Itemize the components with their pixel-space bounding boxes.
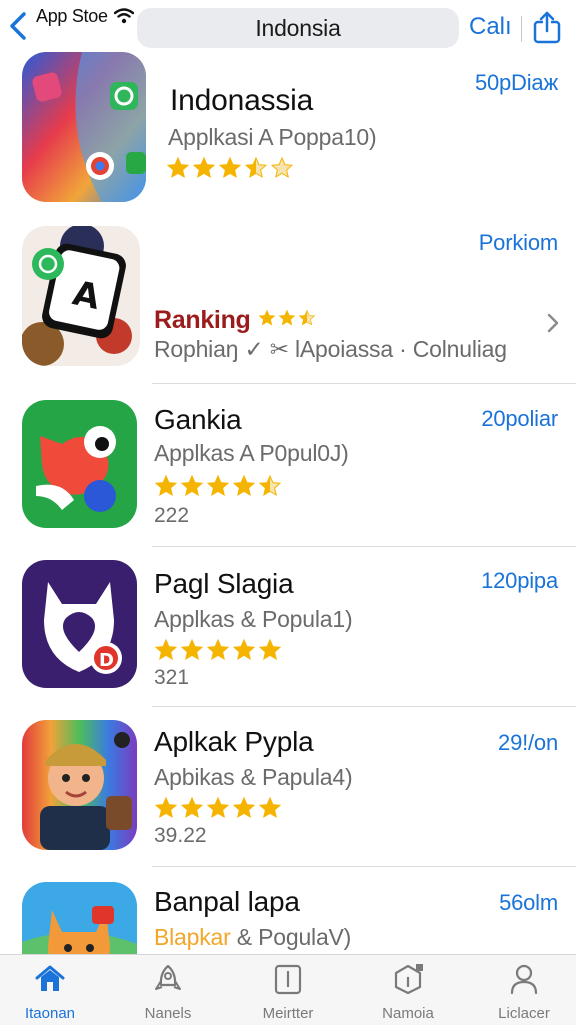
list-item[interactable]: Aplkak Pypla Apbikas & Papula4) 39.22 29… (0, 720, 576, 860)
wifi-icon (114, 8, 134, 24)
get-button[interactable]: 50pDiaж (475, 70, 558, 96)
get-button[interactable]: 29!/on (498, 730, 558, 756)
star-icon (270, 156, 294, 179)
chevron-left-icon[interactable] (6, 10, 30, 42)
app-title: Banpal lapa (154, 886, 300, 917)
star-icon (232, 796, 256, 819)
star-icon (206, 796, 230, 819)
row-separator (152, 706, 576, 707)
app-icon (22, 720, 137, 850)
star-icon (258, 474, 282, 497)
nav-bar: App Stoe Indonsia Calı (0, 0, 576, 54)
rating-count: 321 (154, 666, 190, 689)
star-icon (154, 638, 178, 661)
rating-count: 39.22 (154, 824, 207, 847)
rating-count: 222 (154, 504, 190, 527)
list-item[interactable]: Indonassia Applkasi A Poppa10) 50pDiaж (0, 52, 576, 217)
share-icon[interactable] (532, 10, 562, 44)
back-button[interactable]: App Stoe (36, 6, 108, 27)
divider (521, 16, 522, 42)
app-subtitle: Applkas A P0pul0J) (154, 440, 349, 466)
tab-label: Namoia (382, 1005, 434, 1022)
tab-games[interactable]: Nanels (118, 955, 218, 1025)
search-field[interactable]: Indonsia (137, 8, 459, 48)
star-icon (180, 474, 204, 497)
star-icon (258, 309, 276, 326)
tab-arcade[interactable]: Namoia (358, 955, 458, 1025)
row-separator (152, 383, 576, 384)
star-icon (258, 796, 282, 819)
tab-label: Liclacer (498, 1005, 550, 1022)
row-separator (152, 866, 576, 867)
star-rating (258, 309, 316, 327)
search-text: Indonsia (255, 14, 341, 41)
star-icon (180, 796, 204, 819)
get-button[interactable]: Porkiom (479, 230, 558, 256)
star-rating (154, 474, 282, 498)
app-subtitle: Rophiaŋ ✓ ✂ lApoiassa · Colnuliag (154, 336, 507, 362)
chevron-right-icon[interactable] (546, 312, 560, 334)
list-item[interactable]: Banpal lapa Blapkar & PogulaV) 56olm (0, 882, 576, 954)
star-icon (154, 796, 178, 819)
app-title: Pagl Slagia (154, 568, 294, 599)
tab-bar: Itaonan Nanels Meirtter Namoia Liclacer (0, 954, 576, 1025)
list-item[interactable]: A Porkiom Ranking Rophiaŋ ✓ ✂ lApoiassa … (0, 226, 576, 386)
app-title: Indonassia (170, 84, 314, 117)
star-icon (166, 156, 190, 179)
star-icon (192, 156, 216, 179)
star-icon (218, 156, 242, 179)
tab-label: Itaonan (24, 1005, 76, 1022)
app-subtitle: Blapkar & PogulaV) (154, 924, 351, 951)
star-icon (232, 638, 256, 661)
star-icon (258, 638, 282, 661)
star-icon (244, 156, 268, 179)
star-icon (206, 638, 230, 661)
cube-icon (394, 964, 423, 995)
app-icon (22, 882, 137, 954)
app-icon: D (22, 560, 137, 688)
svg-text:D: D (99, 650, 114, 671)
get-button[interactable]: 56olm (499, 890, 558, 916)
star-icon (206, 474, 230, 497)
tab-label: Nanels (144, 1005, 192, 1022)
star-icon (232, 474, 256, 497)
star-rating (166, 156, 294, 180)
ranking-label: Ranking (154, 306, 251, 334)
app-subtitle: Apbikas & Papula4) (154, 764, 353, 790)
person-icon (510, 964, 538, 995)
app-icon: A (22, 226, 140, 366)
call-button[interactable]: Calı (469, 13, 512, 41)
home-icon (35, 965, 65, 991)
star-icon (180, 638, 204, 661)
subtitle-highlight: Blapkar (154, 924, 231, 950)
app-title: Gankia (154, 404, 242, 435)
star-icon (154, 474, 178, 497)
app-title: Aplkak Pypla (154, 726, 314, 757)
list-item[interactable]: D Pagl Slagia Applkas & Popula1) 321 120… (0, 560, 576, 700)
app-icon (22, 400, 137, 528)
tab-apps[interactable]: Meirtter (238, 955, 338, 1025)
tab-today[interactable]: Itaonan (0, 955, 100, 1025)
rocket-icon (155, 964, 181, 990)
get-button[interactable]: 120pipa (481, 568, 558, 594)
app-icon (22, 52, 146, 202)
get-button[interactable]: 20poliar (481, 406, 558, 432)
app-subtitle: Applkas & Popula1) (154, 606, 353, 632)
subtitle-text: & PogulaV) (230, 924, 352, 950)
tablet-icon (274, 964, 302, 995)
list-item[interactable]: Gankia Applkas A P0pul0J) 222 20poliar (0, 400, 576, 540)
tab-account[interactable]: Liclacer (474, 955, 574, 1025)
star-rating (154, 638, 282, 662)
star-rating (154, 796, 282, 820)
star-icon (298, 309, 316, 326)
star-icon (278, 309, 296, 326)
app-subtitle: Applkasi A Poppa10) (168, 124, 377, 150)
tab-label: Meirtter (262, 1005, 314, 1022)
row-separator (152, 546, 576, 547)
